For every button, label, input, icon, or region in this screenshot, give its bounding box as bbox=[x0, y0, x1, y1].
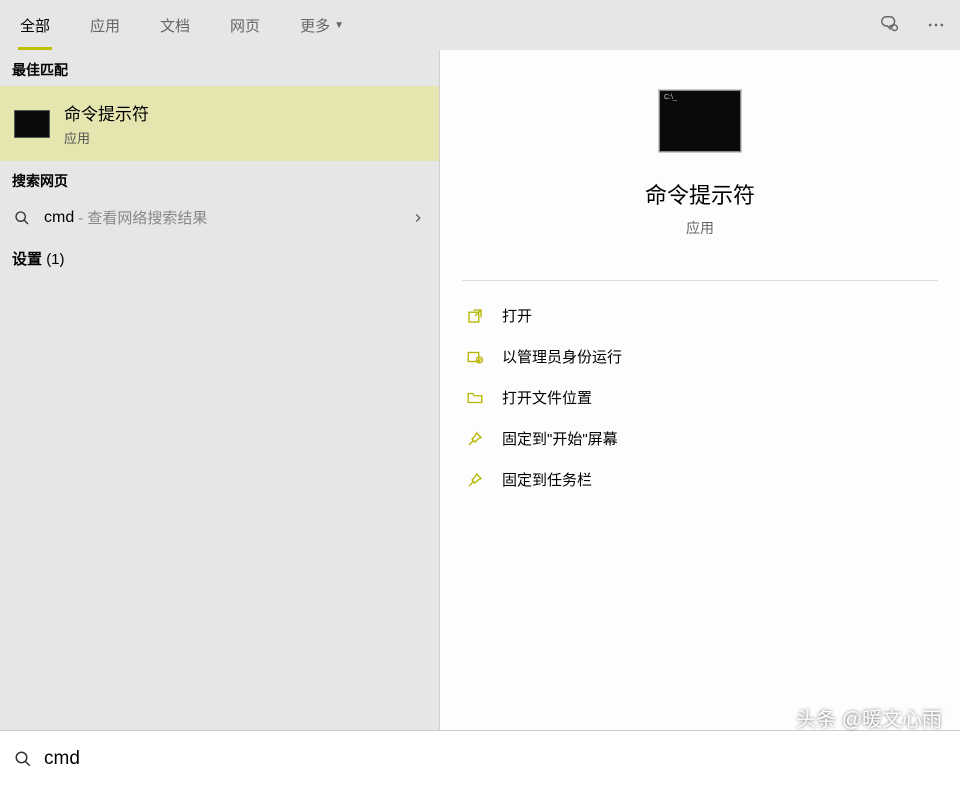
open-icon bbox=[466, 307, 488, 325]
action-open-location[interactable]: 打开文件位置 bbox=[450, 377, 950, 418]
web-search-result[interactable]: cmd - 查看网络搜索结果 bbox=[0, 197, 439, 238]
more-options-icon[interactable] bbox=[922, 11, 950, 39]
best-match-title: 命令提示符 bbox=[64, 100, 149, 125]
search-bar bbox=[0, 730, 960, 786]
action-pin-taskbar-label: 固定到任务栏 bbox=[502, 469, 592, 490]
preview-app-icon: C:\_ bbox=[659, 90, 741, 152]
settings-count: (1) bbox=[46, 251, 64, 268]
pin-icon bbox=[466, 430, 488, 448]
preview-panel: C:\_ 命令提示符 应用 打开 以管理员身份运行 打开文件位置 bbox=[440, 50, 960, 730]
search-input[interactable] bbox=[44, 748, 946, 770]
tab-web-label: 网页 bbox=[230, 15, 260, 36]
tab-all[interactable]: 全部 bbox=[0, 0, 70, 50]
pin-taskbar-icon bbox=[466, 471, 488, 489]
web-search-query: cmd bbox=[44, 209, 74, 227]
tab-apps-label: 应用 bbox=[90, 15, 120, 36]
chevron-right-icon bbox=[411, 211, 425, 225]
preview-title: 命令提示符 bbox=[645, 178, 755, 210]
best-match-result[interactable]: 命令提示符 应用 bbox=[0, 86, 439, 161]
best-match-subtitle: 应用 bbox=[64, 128, 149, 147]
folder-icon bbox=[466, 389, 488, 407]
section-settings[interactable]: 设置 (1) bbox=[0, 238, 439, 279]
action-run-admin[interactable]: 以管理员身份运行 bbox=[450, 336, 950, 377]
admin-icon bbox=[466, 348, 488, 366]
action-pin-start[interactable]: 固定到"开始"屏幕 bbox=[450, 418, 950, 459]
section-search-web: 搜索网页 bbox=[0, 161, 439, 197]
tab-docs-label: 文档 bbox=[160, 15, 190, 36]
action-open-label: 打开 bbox=[502, 305, 532, 326]
settings-label: 设置 bbox=[12, 251, 42, 268]
action-open[interactable]: 打开 bbox=[450, 295, 950, 336]
search-bar-icon bbox=[14, 750, 32, 768]
divider bbox=[462, 280, 938, 281]
web-search-hint: - 查看网络搜索结果 bbox=[78, 207, 207, 228]
section-best-match: 最佳匹配 bbox=[0, 50, 439, 86]
action-pin-taskbar[interactable]: 固定到任务栏 bbox=[450, 459, 950, 500]
tab-more[interactable]: 更多 ▼ bbox=[280, 0, 364, 50]
action-pin-start-label: 固定到"开始"屏幕 bbox=[502, 428, 618, 449]
feedback-icon[interactable] bbox=[876, 11, 904, 39]
tab-web[interactable]: 网页 bbox=[210, 0, 280, 50]
top-tab-bar: 全部 应用 文档 网页 更多 ▼ bbox=[0, 0, 960, 50]
preview-subtitle: 应用 bbox=[686, 218, 714, 238]
cmd-app-icon bbox=[14, 110, 50, 138]
tab-apps[interactable]: 应用 bbox=[70, 0, 140, 50]
action-open-location-label: 打开文件位置 bbox=[502, 387, 592, 408]
chevron-down-icon: ▼ bbox=[334, 20, 344, 31]
results-panel: 最佳匹配 命令提示符 应用 搜索网页 cmd - 查看网络搜索结果 bbox=[0, 50, 440, 730]
tab-docs[interactable]: 文档 bbox=[140, 0, 210, 50]
action-run-admin-label: 以管理员身份运行 bbox=[502, 346, 622, 367]
tab-all-label: 全部 bbox=[20, 15, 50, 36]
search-icon bbox=[14, 210, 34, 226]
tab-more-label: 更多 bbox=[300, 15, 330, 36]
